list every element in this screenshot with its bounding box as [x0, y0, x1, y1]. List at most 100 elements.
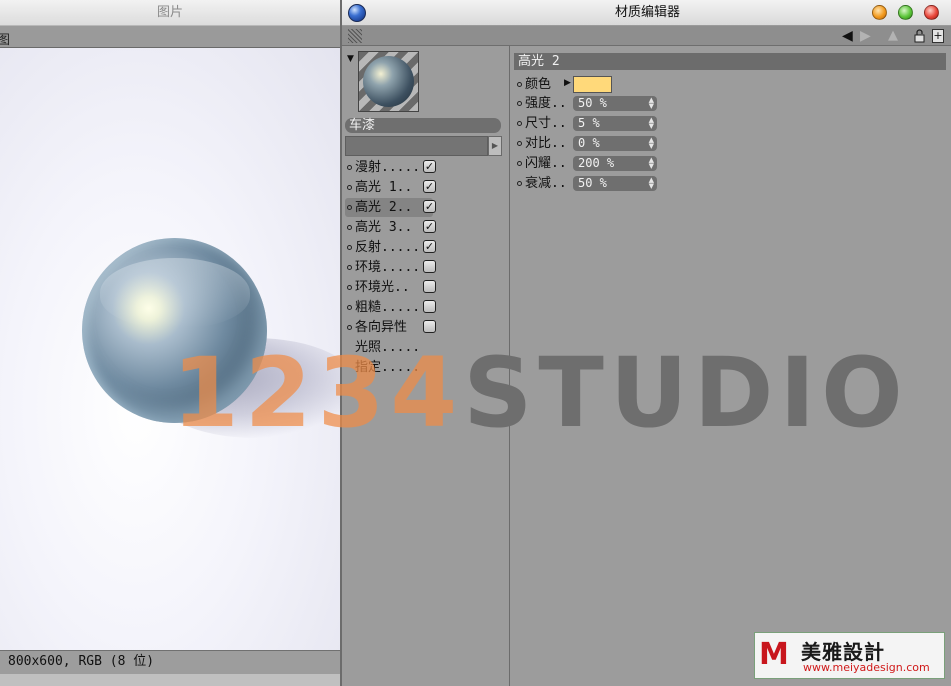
- channel-item[interactable]: 漫射..... ✓: [345, 158, 436, 177]
- animate-dot-icon[interactable]: [517, 82, 522, 87]
- studio-watermark: 1234STUDIO: [172, 338, 909, 448]
- channel-checkbox[interactable]: ✓: [423, 220, 436, 233]
- channel-item[interactable]: 高光 3.. ✓: [345, 218, 436, 237]
- spinner-icon[interactable]: ▲ ▼: [649, 157, 654, 170]
- channel-label: 各向异性: [355, 320, 408, 335]
- material-scroll-track[interactable]: [345, 136, 488, 156]
- animate-dot-icon[interactable]: [347, 265, 352, 270]
- channel-item[interactable]: 反射..... ✓: [345, 238, 436, 257]
- channel-item[interactable]: 高光 2.. ✓: [345, 198, 436, 217]
- grip-icon[interactable]: [348, 29, 362, 43]
- material-editor-titlebar[interactable]: 材质编辑器: [342, 0, 951, 26]
- channel-item[interactable]: 高光 1.. ✓: [345, 178, 436, 197]
- lock-icon[interactable]: [914, 29, 925, 43]
- animate-dot-icon[interactable]: [517, 101, 522, 106]
- animate-dot-icon[interactable]: [347, 305, 352, 310]
- property-label: 对比..: [525, 136, 567, 151]
- property-label: 尺寸..: [525, 116, 567, 131]
- zoom-button[interactable]: [898, 5, 913, 20]
- material-editor-title: 材质编辑器: [614, 5, 680, 20]
- falloff-field[interactable]: 50 % ▲ ▼: [573, 176, 657, 191]
- property-label: 强度..: [525, 96, 567, 111]
- material-preview-sphere: [363, 56, 414, 107]
- picture-window-title: 图片: [0, 0, 340, 26]
- property-glare: 闪耀.. 200 % ▲ ▼: [517, 154, 667, 173]
- image-status-bar: 800x600, RGB (8 位): [0, 650, 340, 674]
- channel-label: 粗糙.....: [355, 300, 421, 315]
- sphere-reflection: [100, 258, 250, 328]
- brand-logo: M 美雅設計 www.meiyadesign.com: [754, 632, 945, 679]
- channel-item[interactable]: 各向异性: [345, 318, 436, 337]
- channel-item[interactable]: 粗糙.....: [345, 298, 436, 317]
- watermark-word: STUDIO: [463, 337, 909, 449]
- scroll-right-icon[interactable]: ▶: [488, 136, 502, 156]
- strength-field[interactable]: 50 % ▲ ▼: [573, 96, 657, 111]
- channel-checkbox[interactable]: [423, 260, 436, 273]
- picture-window-bottom-edge: [0, 674, 340, 686]
- channel-checkbox[interactable]: [423, 300, 436, 313]
- spinner-icon[interactable]: ▲ ▼: [649, 177, 654, 190]
- watermark-number: 1234: [172, 337, 464, 449]
- property-contrast: 对比.. 0 % ▲ ▼: [517, 134, 667, 153]
- contrast-field[interactable]: 0 % ▲ ▼: [573, 136, 657, 151]
- glare-field[interactable]: 200 % ▲ ▼: [573, 156, 657, 171]
- property-color: 颜色 ▶: [517, 75, 627, 94]
- channel-label: 环境光..: [355, 280, 410, 295]
- channel-label: 高光 2..: [355, 200, 413, 215]
- animate-dot-icon[interactable]: [347, 225, 352, 230]
- channel-label: 高光 1..: [355, 180, 413, 195]
- animate-dot-icon[interactable]: [347, 205, 352, 210]
- close-button[interactable]: [924, 5, 939, 20]
- color-swatch[interactable]: [573, 76, 612, 93]
- preview-menu-arrow-icon[interactable]: ▼: [347, 54, 354, 64]
- animate-dot-icon[interactable]: [517, 181, 522, 186]
- animate-dot-icon[interactable]: [347, 165, 352, 170]
- picture-menu-item[interactable]: 图: [0, 29, 10, 48]
- app-icon: [348, 4, 366, 22]
- channel-label: 反射.....: [355, 240, 421, 255]
- animate-dot-icon[interactable]: [517, 141, 522, 146]
- picture-window-menubar: 图: [0, 26, 340, 48]
- field-value: 50 %: [578, 176, 607, 190]
- property-label: 闪耀..: [525, 156, 567, 171]
- channel-checkbox[interactable]: [423, 320, 436, 333]
- channel-checkbox[interactable]: ✓: [423, 180, 436, 193]
- channel-label: 高光 3..: [355, 220, 413, 235]
- property-strength: 强度.. 50 % ▲ ▼: [517, 94, 667, 113]
- spinner-icon[interactable]: ▲ ▼: [649, 97, 654, 110]
- animate-dot-icon[interactable]: [347, 285, 352, 290]
- material-editor-toolbar: ◀ ▶ ▲ +: [342, 26, 951, 46]
- channel-checkbox[interactable]: ✓: [423, 200, 436, 213]
- field-value: 200 %: [578, 156, 615, 170]
- size-field[interactable]: 5 % ▲ ▼: [573, 116, 657, 131]
- property-label: 衰减..: [525, 176, 567, 191]
- channel-item[interactable]: 环境.....: [345, 258, 436, 277]
- spinner-icon[interactable]: ▲ ▼: [649, 117, 654, 130]
- forward-arrow-icon[interactable]: ▶: [860, 28, 871, 44]
- back-arrow-icon[interactable]: ◀: [842, 28, 853, 44]
- animate-dot-icon[interactable]: [517, 121, 522, 126]
- animate-dot-icon[interactable]: [347, 185, 352, 190]
- animate-dot-icon[interactable]: [347, 325, 352, 330]
- animate-dot-icon[interactable]: [347, 245, 352, 250]
- material-preview-thumbnail[interactable]: [358, 51, 419, 112]
- channel-label: 环境.....: [355, 260, 421, 275]
- spinner-icon[interactable]: ▲ ▼: [649, 137, 654, 150]
- section-header: 高光 2: [514, 53, 946, 70]
- property-falloff: 衰减.. 50 % ▲ ▼: [517, 174, 667, 193]
- channel-checkbox[interactable]: ✓: [423, 160, 436, 173]
- new-window-icon[interactable]: +: [932, 29, 944, 43]
- field-value: 5 %: [578, 116, 600, 130]
- channel-item[interactable]: 环境光..: [345, 278, 436, 297]
- channel-checkbox[interactable]: [423, 280, 436, 293]
- color-expand-arrow-icon[interactable]: ▶: [564, 79, 571, 88]
- channel-checkbox[interactable]: ✓: [423, 240, 436, 253]
- material-name-field[interactable]: 车漆: [345, 118, 501, 133]
- animate-dot-icon[interactable]: [517, 161, 522, 166]
- property-label: 颜色: [525, 77, 552, 92]
- brand-url: www.meiyadesign.com: [803, 661, 930, 674]
- property-size: 尺寸.. 5 % ▲ ▼: [517, 114, 667, 133]
- field-value: 0 %: [578, 136, 600, 150]
- up-arrow-icon[interactable]: ▲: [888, 28, 898, 43]
- minimize-button[interactable]: [872, 5, 887, 20]
